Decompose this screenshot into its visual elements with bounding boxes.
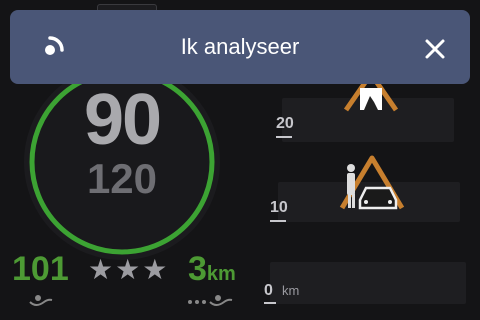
rating-stars: ★★★ [88, 254, 170, 285]
alert-1-underline [276, 136, 292, 138]
rating-count: 101 [12, 250, 69, 288]
police-check-warning-icon [339, 155, 405, 210]
banner-title: Ik analyseer [180, 34, 300, 59]
alert-3-unit: km [282, 283, 300, 298]
phone-distance-icon [188, 295, 233, 306]
alert-2-value: 10 [270, 199, 288, 216]
alert-3-value: 0 [264, 282, 273, 299]
current-speed: 90 [83, 80, 162, 160]
notification-banner: Ik analyseer [10, 10, 470, 84]
distance-value: 3 [188, 250, 207, 288]
close-icon[interactable] [420, 34, 450, 64]
alert-2-underline [270, 220, 286, 222]
speed-limit: 120 [86, 155, 158, 202]
distance-unit: km [206, 263, 236, 285]
alert-1-value: 20 [276, 115, 294, 132]
alert-row-3-bg [270, 262, 466, 304]
alert-3-underline [264, 302, 276, 304]
phone-wave-icon [29, 295, 53, 306]
